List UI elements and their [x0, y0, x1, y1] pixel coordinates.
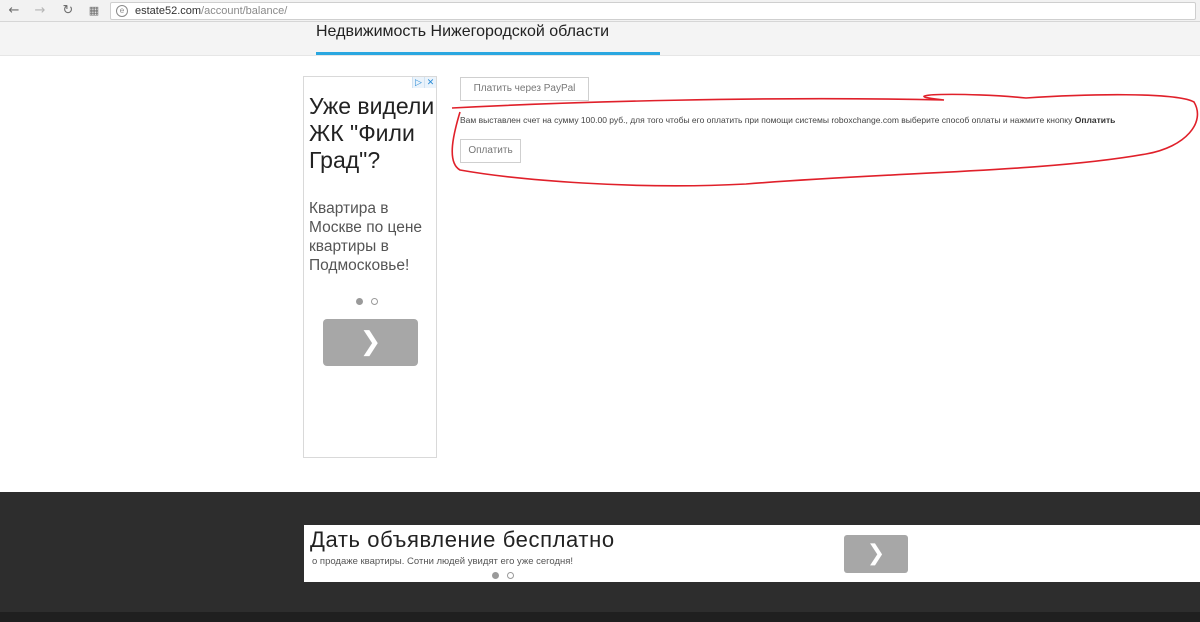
footer-strip — [0, 612, 1200, 622]
bottom-ad-subtitle[interactable]: о продаже квартиры. Сотни людей увидят е… — [312, 556, 573, 567]
invoice-text: Вам выставлен счет на сумму 100.00 руб.,… — [460, 115, 1190, 126]
ad-slide-dots — [356, 298, 378, 305]
side-ad[interactable]: ▷ ✕ Уже видели ЖК "Фили Град"? Квартира … — [303, 76, 437, 458]
red-highlight-annotation — [451, 93, 1199, 187]
pay-button[interactable]: Оплатить — [460, 139, 521, 163]
close-icon[interactable]: ✕ — [424, 77, 436, 88]
slide-dot-2[interactable] — [507, 572, 514, 579]
invoice-message: Вам выставлен счет на сумму 100.00 руб.,… — [460, 115, 1075, 125]
bottom-ad-slide-dots — [492, 572, 514, 579]
back-arrow-icon[interactable]: ← — [6, 3, 22, 19]
chevron-right-icon: ❯ — [359, 327, 382, 357]
adchoices-icon[interactable]: ▷ — [412, 77, 424, 88]
bottom-ad-next-button[interactable]: ❯ — [844, 535, 908, 573]
forward-arrow-icon[interactable]: → — [32, 3, 48, 19]
ad-headline[interactable]: Уже видели ЖК "Фили Град"? — [309, 93, 437, 174]
apps-grid-icon[interactable]: ▦ — [86, 3, 102, 19]
slide-dot-2[interactable] — [371, 298, 378, 305]
ad-body[interactable]: Квартира в Москве по цене квартиры в Под… — [309, 199, 437, 275]
ad-next-button[interactable]: ❯ — [323, 319, 418, 366]
url-text: estate52.com/account/balance/ — [135, 5, 287, 17]
url-host: estate52.com — [135, 5, 202, 17]
ad-corner-controls: ▷ ✕ — [412, 77, 436, 88]
site-title-underline — [316, 52, 660, 55]
slide-dot-1[interactable] — [356, 298, 363, 305]
site-title[interactable]: Недвижимость Нижегородской области — [316, 22, 609, 42]
reload-icon[interactable]: ↻ — [60, 3, 76, 19]
slide-dot-1[interactable] — [492, 572, 499, 579]
site-header: Недвижимость Нижегородской области — [0, 22, 1200, 56]
browser-toolbar: ← → ↻ ▦ e estate52.com/account/balance/ — [0, 0, 1200, 22]
bottom-ad-banner[interactable]: Дать объявление бесплатно о продаже квар… — [304, 525, 1200, 582]
url-path: /account/balance/ — [201, 5, 288, 17]
site-info-icon[interactable]: e — [116, 5, 128, 17]
bottom-ad-title[interactable]: Дать объявление бесплатно — [310, 527, 615, 553]
paypal-button[interactable]: Платить через PayPal — [460, 77, 589, 101]
chevron-right-icon: ❯ — [866, 541, 886, 566]
invoice-button-name: Оплатить — [1074, 115, 1116, 125]
address-bar[interactable]: e estate52.com/account/balance/ — [110, 2, 1196, 20]
